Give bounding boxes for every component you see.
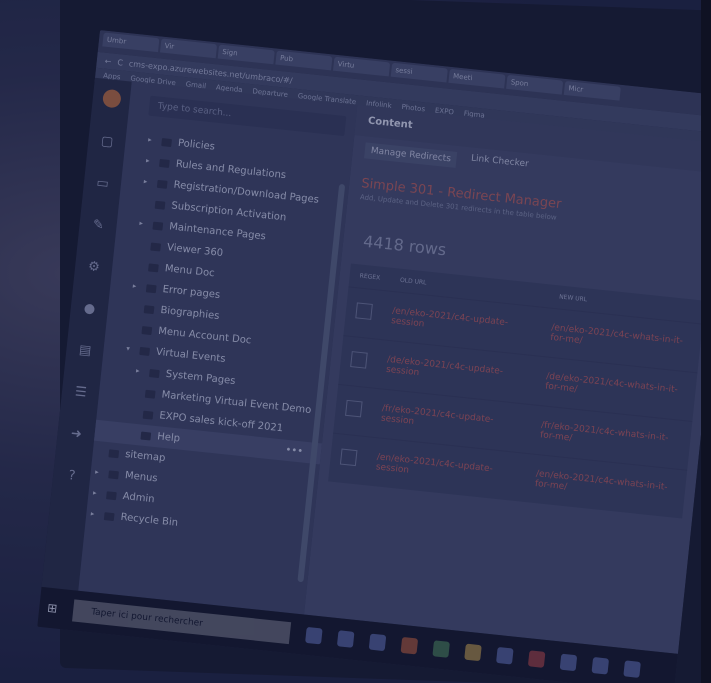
sitemap-icon — [108, 448, 120, 458]
regex-checkbox[interactable] — [350, 351, 368, 369]
browser-tab[interactable]: Meeti — [448, 68, 506, 89]
tab-link-checker[interactable]: Link Checker — [470, 154, 530, 176]
trash-icon — [104, 511, 116, 521]
firefox-icon[interactable] — [400, 636, 419, 655]
vscode-icon[interactable] — [623, 660, 641, 678]
content-icon[interactable]: ▢ — [99, 134, 114, 150]
redirect-icon[interactable]: ➜ — [69, 426, 84, 442]
photo: Umbr Vir Sign Pub Virtu sessi Meeti Spon… — [0, 0, 711, 683]
edge-icon[interactable] — [336, 630, 355, 648]
laptop-screen: Umbr Vir Sign Pub Virtu sessi Meeti Spon… — [37, 30, 711, 683]
explorer-icon[interactable] — [464, 643, 482, 662]
admin-icon — [106, 490, 118, 500]
help-icon[interactable]: ? — [64, 468, 79, 484]
browser-tab[interactable]: Spon — [506, 74, 564, 95]
back-icon[interactable]: ← — [104, 56, 112, 66]
app-icon[interactable] — [591, 656, 610, 675]
browser-tab[interactable]: Pub — [275, 50, 333, 71]
browser-tab[interactable]: sessi — [390, 62, 448, 83]
forms-icon[interactable]: ☰ — [73, 384, 88, 400]
regex-checkbox[interactable] — [355, 302, 373, 320]
browser-tab[interactable]: Micr — [563, 80, 621, 101]
page-icon — [150, 242, 162, 252]
app-icon[interactable] — [496, 646, 514, 665]
old-url-cell[interactable]: /de/eko-2021/c4c-update-session — [386, 355, 527, 390]
browser-tab[interactable]: Vir — [159, 38, 218, 59]
regex-checkbox[interactable] — [345, 399, 363, 418]
column-header: REGEX — [359, 272, 381, 282]
people-icon — [144, 304, 155, 314]
old-url-cell[interactable]: /fr/eko-2021/c4c-update-session — [380, 404, 521, 439]
folder-icon — [149, 368, 161, 378]
folder-icon — [159, 158, 171, 168]
browser-tab[interactable]: Sign — [217, 44, 275, 65]
folder-icon — [146, 283, 158, 293]
app-icon[interactable] — [527, 650, 546, 668]
old-url-cell[interactable]: /en/eko-2021/c4c-update-session — [391, 306, 532, 341]
new-url-cell[interactable]: /en/eko-2021/c4c-whats-in-it-for-me/ — [534, 469, 675, 504]
tree-search-input[interactable]: Type to search... — [148, 95, 347, 137]
settings-icon[interactable]: ✎ — [91, 217, 106, 233]
gear-icon[interactable]: ⚙ — [86, 259, 101, 275]
redirects-table: REGEX OLD URL NEW URL /en/eko-2021/c4c-u… — [328, 263, 706, 519]
media-icon[interactable]: ▭ — [95, 176, 110, 192]
folder-icon — [139, 346, 151, 356]
windows-icon[interactable]: ⊞ — [47, 601, 58, 616]
event-icon — [145, 389, 157, 399]
new-url-cell[interactable]: /de/eko-2021/c4c-whats-in-it-for-me/ — [545, 372, 686, 407]
folder-icon — [152, 221, 164, 231]
browser-tab[interactable]: Umbr — [102, 32, 160, 53]
menus-icon — [108, 469, 120, 479]
main-panel: Content Manage Redirects Link Checker Si… — [304, 105, 711, 654]
chrome-icon[interactable] — [432, 640, 451, 658]
event-icon — [143, 410, 154, 420]
help-page-icon — [140, 431, 152, 441]
task-view-icon[interactable] — [305, 626, 323, 645]
browser-tab[interactable]: Virtu — [333, 56, 391, 77]
cms-app: ▢ ▭ ✎ ⚙ ● ▤ ☰ ➜ ? Type to search... ▸ Pol… — [41, 77, 711, 654]
folder-icon — [161, 137, 173, 147]
new-url-cell[interactable]: /en/eko-2021/c4c-whats-in-it-for-me/ — [550, 323, 691, 358]
reload-icon[interactable]: C — [117, 58, 124, 68]
page-icon — [148, 262, 160, 272]
tab-manage-redirects[interactable]: Manage Redirects — [364, 142, 458, 168]
new-url-cell[interactable]: /fr/eko-2021/c4c-whats-in-it-for-me/ — [540, 420, 681, 455]
column-header[interactable]: NEW URL — [559, 293, 588, 303]
folder-icon — [157, 179, 169, 189]
old-url-cell[interactable]: /en/eko-2021/c4c-update-session — [375, 452, 516, 487]
photoshop-icon[interactable] — [559, 653, 578, 672]
page-icon — [155, 200, 166, 210]
ie-icon[interactable] — [368, 633, 387, 652]
umbraco-logo[interactable] — [101, 88, 122, 109]
image-edge — [701, 0, 711, 683]
members-icon[interactable]: ▤ — [77, 343, 92, 359]
regex-checkbox[interactable] — [339, 448, 358, 467]
page-icon — [141, 325, 153, 335]
users-icon[interactable]: ● — [82, 301, 97, 317]
